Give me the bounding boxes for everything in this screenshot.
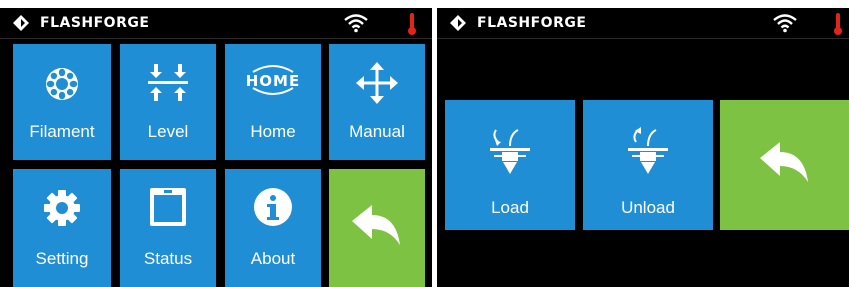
home-icon-text: HOME [245, 72, 301, 90]
brand: FLASHFORGE [12, 14, 149, 32]
back-button[interactable] [329, 169, 425, 287]
load-tile[interactable]: Load [445, 100, 575, 230]
manual-tile[interactable]: Manual [329, 44, 425, 160]
about-label: About [250, 249, 296, 268]
setting-tile[interactable]: Setting [13, 169, 111, 287]
wifi-icon [773, 14, 797, 33]
brand-name: FLASHFORGE [40, 15, 150, 31]
main-menu-screen: FLASHFORGE Filament Level HOME Home Manu… [0, 8, 432, 287]
thermometer-icon [834, 13, 842, 35]
filament-icon [46, 68, 78, 100]
status-bar: FLASHFORGE [0, 8, 432, 39]
flashforge-logo-icon [13, 15, 29, 31]
thermometer-icon [408, 13, 416, 35]
setting-label: Setting [35, 249, 89, 268]
level-label: Level [147, 122, 189, 141]
unload-tile[interactable]: Unload [583, 100, 713, 230]
info-icon [254, 188, 292, 226]
unload-label: Unload [621, 198, 675, 217]
status-bar: FLASHFORGE [437, 8, 849, 39]
filament-tile[interactable]: Filament [13, 44, 111, 160]
home-label: Home [250, 122, 296, 141]
unload-filament-icon [628, 127, 668, 174]
back-button[interactable] [720, 100, 849, 230]
about-tile[interactable]: About [225, 169, 321, 287]
flashforge-logo-icon [450, 15, 466, 31]
brand: FLASHFORGE [449, 14, 586, 32]
load-filament-icon [490, 129, 530, 174]
gear-icon [44, 190, 80, 226]
wifi-icon [344, 14, 368, 33]
back-arrow-icon [352, 205, 400, 245]
home-tile[interactable]: HOME Home [225, 44, 321, 160]
status-tile[interactable]: Status [120, 169, 216, 287]
level-tile[interactable]: Level [120, 44, 216, 160]
filament-screen: FLASHFORGE Load Unload [437, 8, 849, 287]
level-icon [148, 64, 188, 101]
move-arrows-icon [356, 62, 398, 104]
status-icon [150, 188, 186, 226]
status-label: Status [143, 249, 193, 268]
filament-label: Filament [29, 122, 95, 141]
load-label: Load [491, 198, 529, 217]
back-arrow-icon [759, 142, 808, 182]
manual-label: Manual [349, 122, 405, 141]
brand-name: FLASHFORGE [477, 15, 587, 31]
